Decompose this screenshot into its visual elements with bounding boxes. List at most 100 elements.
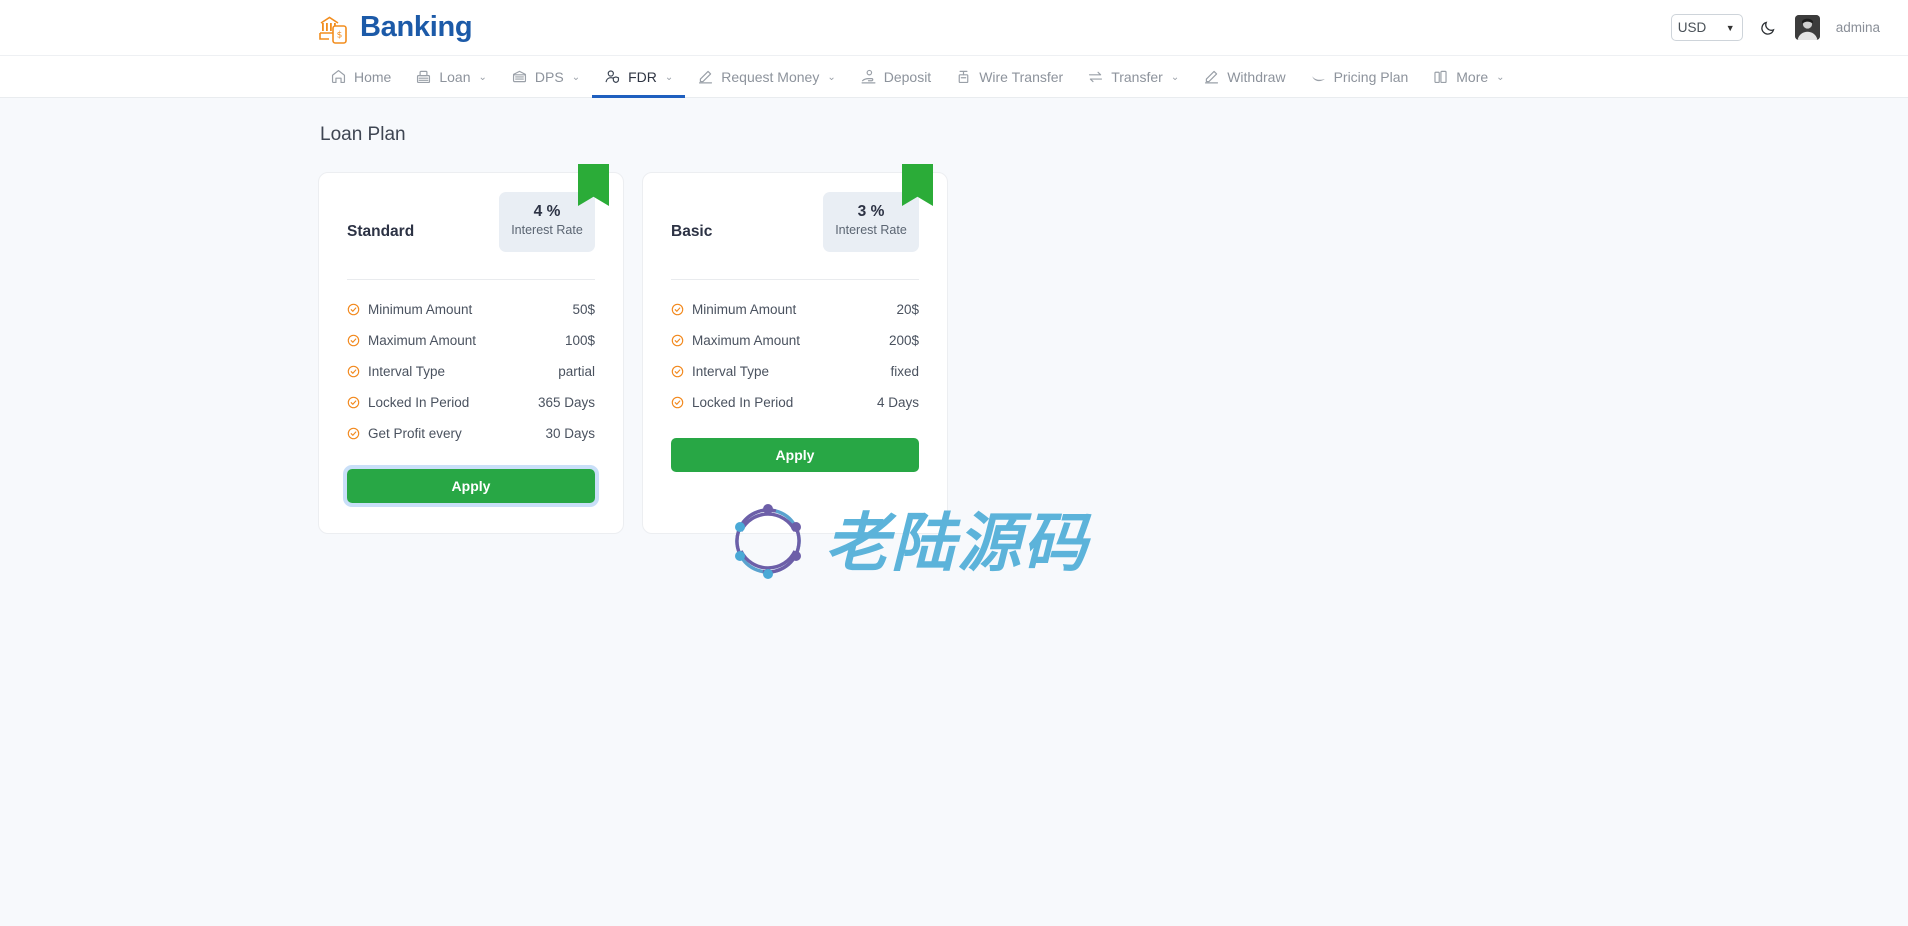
feature-row: Maximum Amount 200$ bbox=[671, 333, 919, 348]
nav-item-label: Wire Transfer bbox=[979, 68, 1064, 85]
feature-label: Locked In Period bbox=[368, 395, 470, 410]
plan-header: Basic 3 % Interest Rate bbox=[671, 192, 919, 263]
plan-header: Standard 4 % Interest Rate bbox=[347, 192, 595, 263]
feature-value: 100$ bbox=[564, 333, 595, 348]
top-bar: $ Banking USD ▼ admina bbox=[0, 0, 1908, 55]
cash-register-icon bbox=[415, 68, 432, 85]
nav-item-request-money[interactable]: Request Money ⌄ bbox=[685, 56, 847, 97]
nav-item-label: DPS bbox=[534, 68, 564, 85]
feature-value: 30 Days bbox=[545, 426, 595, 441]
feature-value: 50$ bbox=[572, 302, 595, 317]
feature-row: Get Profit every 30 Days bbox=[347, 426, 595, 441]
avatar[interactable] bbox=[1794, 15, 1820, 40]
swoosh-icon bbox=[1310, 68, 1327, 85]
home-icon bbox=[330, 68, 347, 85]
chevron-down-icon: ⌄ bbox=[478, 72, 487, 83]
nav-item-wire-transfer[interactable]: Wire Transfer bbox=[943, 56, 1075, 97]
user-shield-icon bbox=[604, 68, 621, 85]
feature-label: Get Profit every bbox=[368, 426, 462, 441]
nav-item-more[interactable]: More ⌄ bbox=[1420, 56, 1516, 97]
feature-label: Maximum Amount bbox=[692, 333, 801, 348]
exchange-icon bbox=[1087, 68, 1104, 85]
nav-item-label: Home bbox=[354, 68, 392, 85]
hand-coin-icon bbox=[860, 68, 877, 85]
nav-item-label: Deposit bbox=[883, 68, 932, 85]
username-label: admina bbox=[1835, 20, 1880, 35]
apply-button[interactable]: Apply bbox=[343, 465, 599, 507]
nav-item-label: Withdraw bbox=[1227, 68, 1286, 85]
currency-select-wrapper[interactable]: USD ▼ bbox=[1670, 14, 1743, 41]
plan-card-list: Standard 4 % Interest Rate Minimum Amount 50… bbox=[318, 164, 1908, 534]
interest-rate-value: 3 % bbox=[857, 203, 885, 220]
nav-item-dps[interactable]: DPS ⌄ bbox=[499, 56, 592, 97]
check-circle-icon bbox=[347, 396, 360, 409]
chevron-down-icon: ⌄ bbox=[1496, 72, 1505, 83]
nav-item-home[interactable]: Home bbox=[318, 56, 403, 97]
divider bbox=[347, 279, 595, 280]
currency-select[interactable]: USD bbox=[1670, 14, 1743, 41]
nav-item-withdraw[interactable]: Withdraw bbox=[1191, 56, 1297, 97]
nav-item-label: FDR bbox=[628, 68, 657, 85]
feature-label: Locked In Period bbox=[692, 395, 794, 410]
interest-rate-value: 4 % bbox=[533, 203, 561, 220]
main-content: Loan Plan Standard 4 % Interest Rate Minimu… bbox=[0, 98, 1908, 579]
brand-logo[interactable]: $ Banking bbox=[318, 11, 473, 44]
divider bbox=[671, 279, 919, 280]
nav-item-deposit[interactable]: Deposit bbox=[848, 56, 943, 97]
atm-icon bbox=[955, 68, 972, 85]
feature-row: Locked In Period 365 Days bbox=[347, 395, 595, 410]
plan-name: Basic bbox=[671, 223, 713, 240]
feature-label: Minimum Amount bbox=[692, 302, 797, 317]
feature-value: partial bbox=[558, 364, 595, 379]
nav-item-fdr[interactable]: FDR ⌄ bbox=[592, 56, 686, 98]
plan-name: Standard bbox=[347, 223, 415, 240]
feature-value: fixed bbox=[890, 364, 919, 379]
main-navigation: Home Loan ⌄ DPS ⌄ FDR ⌄ Request Money ⌄ Deposit Wi… bbox=[0, 55, 1908, 98]
feature-label: Interval Type bbox=[692, 364, 770, 379]
feature-label: Interval Type bbox=[368, 364, 446, 379]
check-circle-icon bbox=[347, 334, 360, 347]
chevron-down-icon: ⌄ bbox=[571, 72, 581, 83]
apply-button[interactable]: Apply bbox=[671, 438, 919, 472]
feature-value: 4 Days bbox=[876, 395, 919, 410]
interest-rate-label: Interest Rate bbox=[835, 223, 907, 238]
brand-name: Banking bbox=[360, 11, 473, 43]
nav-item-transfer[interactable]: Transfer ⌄ bbox=[1075, 56, 1191, 97]
feature-row: Minimum Amount 20$ bbox=[671, 302, 919, 317]
signature-icon bbox=[697, 68, 714, 85]
feature-row: Minimum Amount 50$ bbox=[347, 302, 595, 317]
svg-text:$: $ bbox=[337, 30, 343, 40]
nav-item-label: More bbox=[1456, 68, 1489, 85]
nav-item-pricing-plan[interactable]: Pricing Plan bbox=[1298, 56, 1421, 97]
chevron-down-icon: ⌄ bbox=[827, 72, 836, 83]
moon-icon[interactable] bbox=[1759, 18, 1779, 38]
feature-value: 200$ bbox=[888, 333, 919, 348]
chevron-down-icon: ⌄ bbox=[1170, 72, 1180, 83]
nav-item-label: Transfer bbox=[1111, 68, 1163, 85]
check-circle-icon bbox=[347, 303, 360, 316]
chevron-down-icon: ⌄ bbox=[664, 72, 674, 83]
check-circle-icon bbox=[671, 303, 684, 316]
feature-row: Maximum Amount 100$ bbox=[347, 333, 595, 348]
nav-item-loan[interactable]: Loan ⌄ bbox=[403, 56, 499, 97]
feature-row: Interval Type fixed bbox=[671, 364, 919, 379]
interest-rate-label: Interest Rate bbox=[511, 223, 583, 238]
page-title: Loan Plan bbox=[320, 124, 406, 145]
briefcase-icon bbox=[1432, 68, 1449, 85]
feature-row: Interval Type partial bbox=[347, 364, 595, 379]
nav-item-label: Request Money bbox=[721, 68, 820, 85]
bank-mobile-icon: $ bbox=[318, 12, 352, 44]
nav-item-label: Pricing Plan bbox=[1333, 68, 1409, 85]
check-circle-icon bbox=[347, 365, 360, 378]
plan-card: Standard 4 % Interest Rate Minimum Amount 50… bbox=[318, 164, 624, 534]
check-circle-icon bbox=[671, 365, 684, 378]
check-circle-icon bbox=[671, 396, 684, 409]
feature-row: Locked In Period 4 Days bbox=[671, 395, 919, 410]
check-circle-icon bbox=[347, 427, 360, 440]
feature-value: 20$ bbox=[896, 302, 919, 317]
feature-label: Minimum Amount bbox=[368, 302, 473, 317]
bank-icon bbox=[511, 68, 528, 85]
plan-card: Basic 3 % Interest Rate Minimum Amount 20$ Ma… bbox=[642, 164, 948, 534]
feature-label: Maximum Amount bbox=[368, 333, 477, 348]
nav-item-label: Loan bbox=[439, 68, 471, 85]
